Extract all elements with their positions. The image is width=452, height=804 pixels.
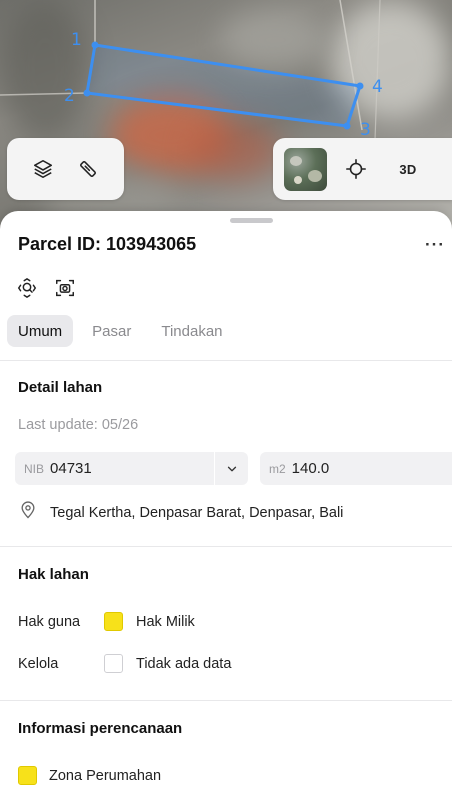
parcel-vertex[interactable] bbox=[83, 89, 91, 97]
more-options-button[interactable]: ··· bbox=[425, 235, 445, 255]
view-3d-button[interactable]: 3D bbox=[390, 151, 426, 187]
section-heading-detail: Detail lahan bbox=[18, 379, 103, 396]
nib-field[interactable]: NIB 04731 bbox=[15, 452, 248, 485]
vertex-label-3: 3 bbox=[360, 120, 371, 140]
nib-prefix: NIB bbox=[24, 461, 45, 476]
address-row: Tegal Kertha, Denpasar Barat, Denpasar, … bbox=[18, 500, 343, 525]
vertex-label-2: 2 bbox=[64, 86, 75, 106]
tab-pasar[interactable]: Pasar bbox=[81, 315, 142, 347]
parcel-title: Parcel ID: 103943065 bbox=[18, 234, 197, 254]
tab-tindakan[interactable]: Tindakan bbox=[150, 315, 233, 347]
layers-icon[interactable] bbox=[25, 151, 61, 187]
parcel-vertex[interactable] bbox=[356, 82, 364, 90]
rights-row-hak-guna: Hak guna Hak Milik bbox=[18, 612, 195, 631]
zone-color-swatch bbox=[18, 766, 37, 785]
divider bbox=[0, 360, 452, 361]
section-heading-rights: Hak lahan bbox=[18, 566, 89, 583]
screenshot-icon[interactable] bbox=[53, 276, 77, 300]
section-heading-planning: Informasi perencanaan bbox=[18, 720, 183, 737]
vertex-label-1: 1 bbox=[71, 30, 82, 50]
crosshair-icon[interactable] bbox=[338, 151, 374, 187]
area-field[interactable]: m2 140.0 bbox=[260, 452, 452, 485]
map-view-panel: 3D bbox=[273, 138, 452, 200]
rights-label: Hak guna bbox=[18, 613, 81, 630]
chevron-down-icon[interactable] bbox=[214, 452, 248, 485]
map-tools-panel bbox=[7, 138, 124, 200]
rights-label: Kelola bbox=[18, 655, 59, 672]
area-value: 140.0 bbox=[291, 460, 330, 477]
rights-value: Hak Milik bbox=[136, 613, 195, 630]
color-swatch bbox=[104, 654, 123, 673]
rights-value: Tidak ada data bbox=[136, 655, 232, 672]
last-update-text: Last update: 05/26 bbox=[18, 417, 139, 433]
parcel-vertex[interactable] bbox=[343, 122, 351, 130]
parcel-vertex[interactable] bbox=[91, 41, 99, 49]
area-prefix: m2 bbox=[269, 461, 286, 476]
drag-handle[interactable] bbox=[230, 218, 273, 223]
parcel-overlay bbox=[0, 0, 381, 141]
parcel-boundary[interactable] bbox=[85, 43, 362, 128]
divider bbox=[0, 700, 452, 701]
color-swatch bbox=[104, 612, 123, 631]
measure-ruler-icon[interactable] bbox=[70, 151, 106, 187]
basemap-thumbnail[interactable] bbox=[284, 147, 327, 191]
detail-tabs: Umum Pasar Tindakan bbox=[7, 315, 242, 347]
tab-umum[interactable]: Umum bbox=[7, 315, 74, 347]
zone-row: Zona Perumahan bbox=[18, 766, 161, 785]
nib-value: 04731 bbox=[50, 460, 92, 477]
zone-label: Zona Perumahan bbox=[49, 767, 162, 784]
parcel-tools bbox=[15, 276, 77, 300]
map-view[interactable]: 1 2 3 4 3D bbox=[0, 0, 452, 240]
zoom-to-parcel-icon[interactable] bbox=[15, 276, 39, 300]
vertex-label-4: 4 bbox=[372, 77, 383, 97]
rights-row-kelola: Kelola Tidak ada data bbox=[18, 654, 231, 673]
location-pin-icon bbox=[18, 500, 38, 525]
divider bbox=[0, 546, 452, 547]
parcel-detail-sheet: Parcel ID: 103943065 ··· Umum Pasar Tind… bbox=[0, 211, 452, 804]
address-text: Tegal Kertha, Denpasar Barat, Denpasar, … bbox=[50, 504, 344, 521]
